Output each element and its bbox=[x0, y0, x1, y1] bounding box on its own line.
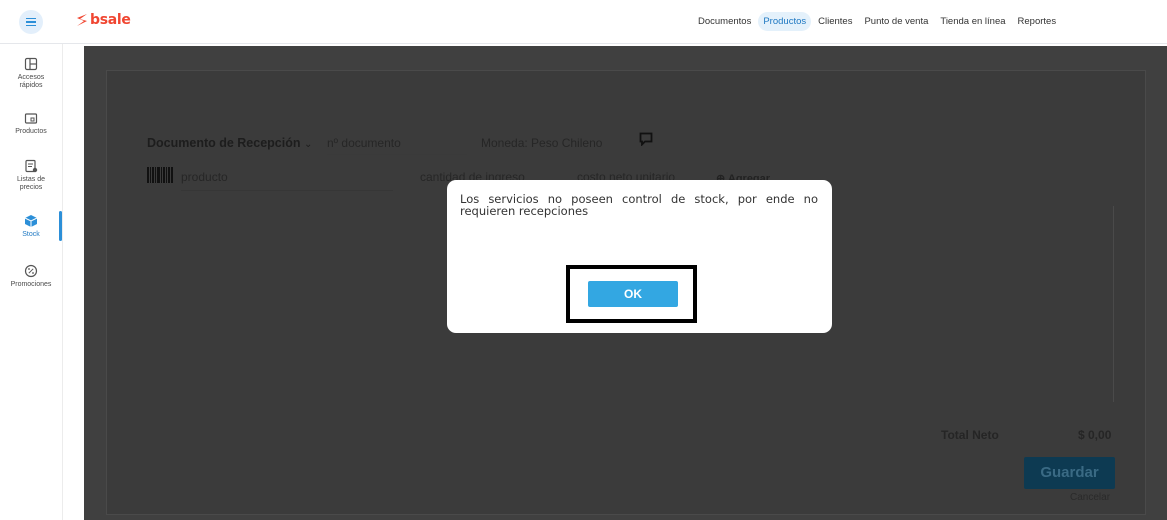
sidebar-label: Productos bbox=[15, 128, 47, 135]
document-number-input[interactable]: nº documento bbox=[327, 136, 467, 155]
sidebar-label: rápidos bbox=[19, 82, 43, 89]
price-list-icon bbox=[25, 159, 38, 173]
sidebar-item-accesos-rapidos[interactable]: Accesos rápidos bbox=[0, 57, 62, 90]
hamburger-menu-button[interactable] bbox=[19, 10, 43, 34]
nav-documentos[interactable]: Documentos bbox=[693, 12, 756, 31]
sidebar: Accesos rápidos Productos Listas de prec… bbox=[0, 44, 62, 520]
layout-icon bbox=[24, 57, 38, 71]
nav-reportes[interactable]: Reportes bbox=[1013, 12, 1062, 31]
discount-icon bbox=[24, 264, 38, 278]
barcode-icon bbox=[147, 167, 173, 183]
menu-icon bbox=[26, 18, 36, 26]
cancel-link[interactable]: Cancelar bbox=[1070, 492, 1110, 503]
document-type-label: Documento de Recepción bbox=[147, 136, 301, 150]
sidebar-item-stock[interactable]: Stock bbox=[0, 214, 62, 239]
total-neto-label: Total Neto bbox=[941, 428, 999, 442]
nav-tienda-en-linea[interactable]: Tienda en línea bbox=[935, 12, 1010, 31]
comment-icon[interactable] bbox=[639, 132, 653, 146]
sidebar-label: Listas de bbox=[16, 176, 46, 183]
box-icon bbox=[24, 215, 38, 227]
bolt-icon bbox=[77, 14, 87, 26]
alert-message: Los servicios no poseen control de stock… bbox=[460, 192, 818, 218]
items-table-area bbox=[1098, 206, 1114, 402]
product-icon bbox=[24, 113, 38, 124]
sidebar-item-listas-de-precios[interactable]: Listas de precios bbox=[0, 159, 62, 192]
logo-text: bsale bbox=[90, 12, 131, 28]
sidebar-label: Stock bbox=[22, 231, 40, 238]
ok-button[interactable]: OK bbox=[588, 281, 678, 307]
sidebar-item-productos[interactable]: Productos bbox=[0, 111, 62, 136]
main-nav: Documentos Productos Clientes Punto de v… bbox=[693, 12, 1063, 31]
save-button[interactable]: Guardar bbox=[1024, 457, 1115, 489]
total-neto-value: $ 0,00 bbox=[1078, 428, 1112, 442]
nav-clientes[interactable]: Clientes bbox=[813, 12, 857, 31]
sidebar-item-promociones[interactable]: Promociones bbox=[0, 264, 62, 289]
sidebar-label: precios bbox=[19, 184, 43, 191]
sidebar-gutter bbox=[62, 44, 84, 520]
document-type-select[interactable]: Documento de Recepción ⌄ bbox=[147, 136, 312, 150]
currency-label: Moneda: Peso Chileno bbox=[481, 136, 603, 150]
nav-productos[interactable]: Productos bbox=[758, 12, 812, 31]
sidebar-label: Promociones bbox=[10, 281, 52, 288]
bsale-logo[interactable]: bsale bbox=[76, 12, 131, 28]
sidebar-label: Accesos bbox=[17, 74, 45, 81]
chevron-down-icon: ⌄ bbox=[303, 139, 313, 150]
nav-punto-de-venta[interactable]: Punto de venta bbox=[859, 12, 933, 31]
product-input[interactable]: producto bbox=[181, 170, 393, 191]
top-bar: bsale Documentos Productos Clientes Punt… bbox=[0, 0, 1167, 44]
